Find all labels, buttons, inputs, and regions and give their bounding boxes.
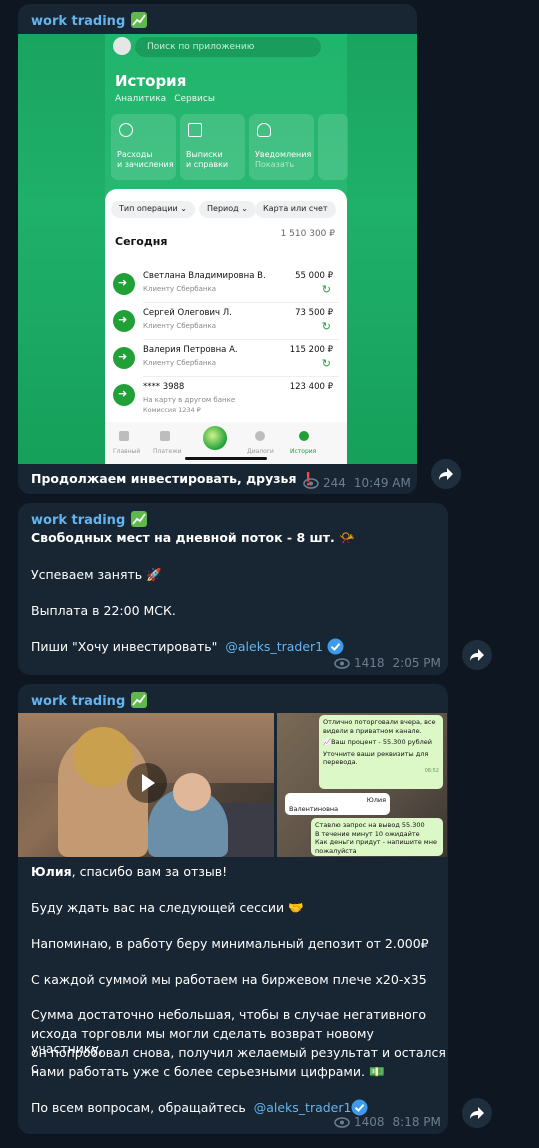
sber-logo-icon <box>203 426 227 450</box>
message-line: Юлия, спасибо вам за отзыв! <box>31 864 228 879</box>
tile-statements: Выписки и справки <box>180 114 245 180</box>
view-count: 1408 <box>354 1115 385 1129</box>
message-meta: 1418 2:05 PM <box>334 656 441 670</box>
forward-button[interactable] <box>462 1098 492 1128</box>
sberbank-app-screen: Поиск по приложению История Аналитика Сер… <box>105 34 348 464</box>
eye-icon <box>334 1116 350 1128</box>
message-time: 10:49 AM <box>353 476 411 490</box>
user-mention-link[interactable]: @aleks_trader1 <box>254 1100 352 1115</box>
message-line: нами работать уже с более серьезными циф… <box>31 1064 385 1079</box>
message-time: 2:05 PM <box>392 656 441 670</box>
transaction-row: Светлана Владимировна В. Клиенту Сбербан… <box>113 267 339 303</box>
eye-icon <box>303 477 319 489</box>
chat-bubble: Юлия Валентиновна <box>285 793 390 815</box>
chat-bubble: Ставлю запрос на вывод 55.300 В течение … <box>311 818 443 856</box>
transfer-icon <box>113 384 135 406</box>
chat-icon <box>255 431 265 441</box>
payments-icon <box>160 431 170 441</box>
money-icon: 💵 <box>368 1064 385 1079</box>
chart-emoji-icon <box>130 511 147 527</box>
verified-badge-icon <box>327 638 344 655</box>
message-line: Выплата в 22:00 МСК. <box>31 603 176 618</box>
forward-arrow-icon <box>470 649 484 661</box>
filter-period: Период ⌄ <box>199 201 256 218</box>
history-card: Тип операции ⌄ Период ⌄ Карта или счет С… <box>105 189 347 464</box>
message-line: Напоминаю, в работу беру минимальный деп… <box>31 936 429 951</box>
forward-button[interactable] <box>431 459 461 489</box>
message-line: По всем вопросам, обращайтесь @aleks_tra… <box>31 1099 368 1116</box>
transfer-icon <box>113 273 135 295</box>
sender-name[interactable]: work trading <box>31 511 147 528</box>
rocket-icon: 🚀 <box>146 567 162 582</box>
home-icon <box>119 431 129 441</box>
app-title: История <box>115 72 187 90</box>
message-time: 8:18 PM <box>392 1115 441 1129</box>
tile-expenses: Расходы и зачисления <box>111 114 176 180</box>
document-icon <box>188 123 202 137</box>
repeat-icon: ↻ <box>321 320 331 333</box>
message-line: Свободных мест на дневной поток - 8 шт. … <box>31 530 355 545</box>
filter-card: Карта или счет <box>255 201 336 218</box>
message-line: Сумма достаточно небольшая, чтобы в случ… <box>31 1007 427 1022</box>
message-line: С каждой суммой мы работаем на биржевом … <box>31 972 427 987</box>
view-count: 244 <box>323 476 346 490</box>
app-subtabs: Аналитика Сервисы <box>115 94 215 104</box>
app-search-field: Поиск по приложению <box>135 37 321 57</box>
bell-icon <box>257 123 271 137</box>
chat-bubble: Отлично поторговали вчера, все видели в … <box>319 715 443 789</box>
profile-avatar <box>113 37 131 55</box>
handshake-icon: 🤝 <box>288 900 304 915</box>
screenshot-image[interactable]: Поиск по приложению История Аналитика Сер… <box>18 34 417 464</box>
tile-partial <box>318 114 348 180</box>
view-count: 1418 <box>354 656 385 670</box>
message-text: Продолжаем инвестировать, друзья ❗ <box>31 471 317 486</box>
target-icon <box>119 123 133 137</box>
message-meta: 244 10:49 AM <box>303 476 411 490</box>
forward-button[interactable] <box>462 640 492 670</box>
chart-emoji-icon <box>130 692 147 708</box>
message-line: Буду ждать вас на следующей сессии 🤝 <box>31 900 304 915</box>
transfer-icon <box>113 310 135 332</box>
sender-name[interactable]: work trading <box>31 692 147 709</box>
chat-screenshot-image[interactable]: Отлично поторговали вчера, все видели в … <box>277 713 447 857</box>
chart-emoji-icon <box>130 12 147 28</box>
today-label: Сегодня <box>115 235 168 248</box>
megaphone-icon: 📯 <box>339 530 355 545</box>
home-indicator <box>185 457 267 460</box>
history-icon <box>299 431 309 441</box>
sender-name[interactable]: work trading <box>31 12 147 29</box>
transaction-row: Сергей Олегович Л. Клиенту Сбербанка 73 … <box>113 304 339 340</box>
repeat-icon: ↻ <box>321 357 331 370</box>
forward-arrow-icon <box>439 468 453 480</box>
today-total: 1 510 300 ₽ <box>280 229 335 239</box>
repeat-icon: ↻ <box>321 283 331 296</box>
message-2: work trading Свободных мест на дневной п… <box>18 503 448 675</box>
tile-notifications: Уведомления Показать <box>249 114 314 180</box>
message-line: Пиши "Хочу инвестировать" @aleks_trader1 <box>31 638 344 655</box>
eye-icon <box>334 657 350 669</box>
filter-operation-type: Тип операции ⌄ <box>111 201 195 218</box>
transaction-row: Валерия Петровна А. Клиенту Сбербанка 11… <box>113 341 339 377</box>
transfer-icon <box>113 347 135 369</box>
forward-arrow-icon <box>470 1107 484 1119</box>
message-line: Успеваем занять 🚀 <box>31 567 162 582</box>
app-tabbar: Главный Платежи Диалоги История <box>105 422 347 464</box>
verified-badge-icon <box>351 1099 368 1116</box>
transaction-row: **** 3988 На карту в другом банке Комисс… <box>113 378 339 414</box>
user-mention-link[interactable]: @aleks_trader1 <box>225 639 323 654</box>
video-thumbnail[interactable] <box>18 713 274 857</box>
message-meta: 1408 8:18 PM <box>334 1115 441 1129</box>
play-icon[interactable] <box>127 763 167 803</box>
